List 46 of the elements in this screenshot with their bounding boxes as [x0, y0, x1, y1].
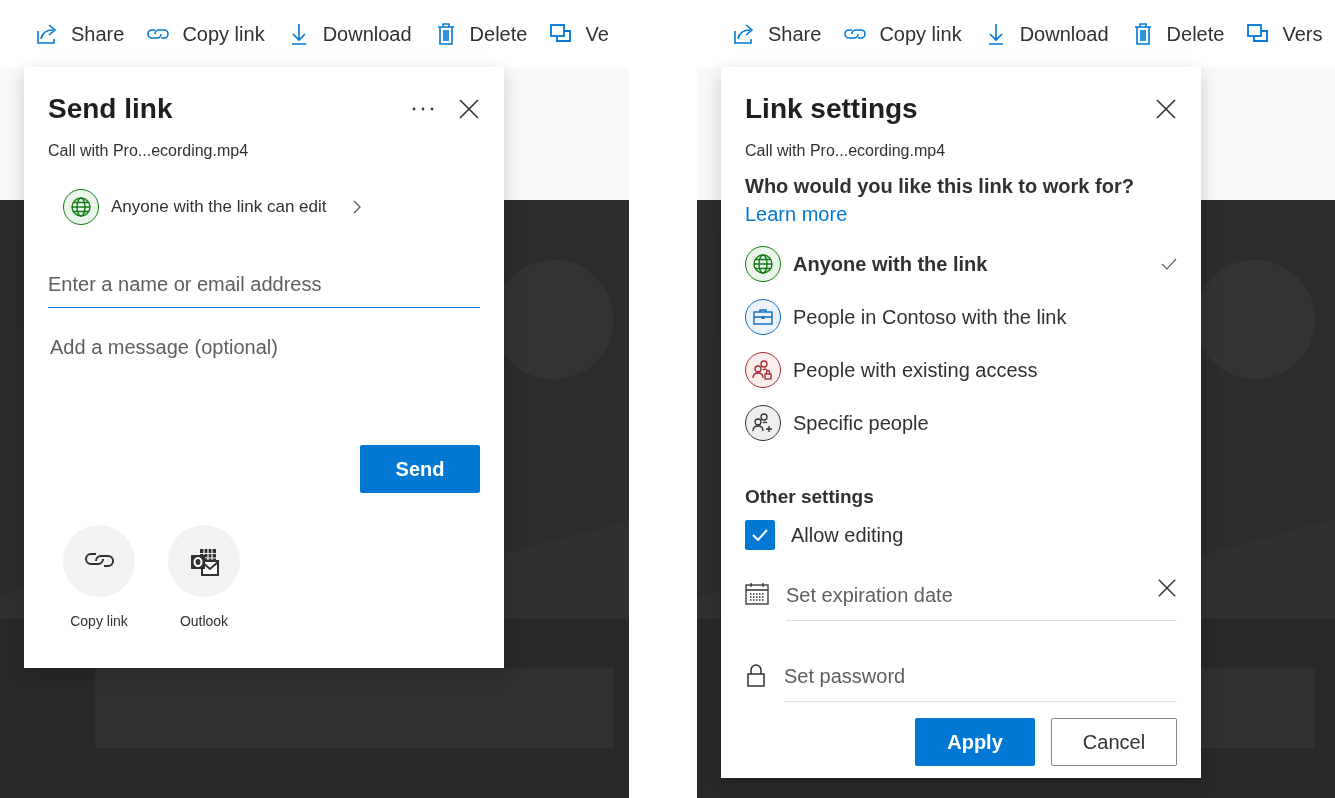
clear-button[interactable]: [1157, 577, 1177, 598]
toolbar-button[interactable]: Delete: [1130, 18, 1225, 49]
learn-more-link[interactable]: Learn more: [745, 203, 848, 225]
globe-icon: [751, 251, 775, 276]
audience-option[interactable]: Specific people: [745, 396, 1177, 449]
toolbar-button[interactable]: Delete: [433, 18, 528, 49]
close-icon: [1157, 577, 1177, 598]
allow-editing-checkbox[interactable]: [745, 519, 775, 550]
check-icon: [752, 528, 768, 541]
audience-option[interactable]: People in Contoso with the link: [745, 290, 1177, 343]
more-icon: [412, 107, 434, 111]
toolbar-button[interactable]: Ve: [549, 18, 609, 49]
checkbox-label: Allow editing: [791, 522, 904, 548]
toolbar-button[interactable]: Copy link: [843, 18, 962, 49]
close-icon: [458, 98, 480, 120]
audience-option[interactable]: Anyone with the link: [745, 237, 1177, 290]
permission-button[interactable]: Anyone with the link can edit: [63, 189, 363, 225]
toolbar-button[interactable]: Vers: [1246, 18, 1323, 49]
dialog-title: Send link: [48, 92, 174, 126]
close-button[interactable]: [1155, 98, 1177, 120]
cancel-button[interactable]: Cancel: [1051, 717, 1177, 766]
share-icon: [732, 21, 756, 46]
section-heading: Other settings: [745, 485, 875, 509]
send-button[interactable]: Send: [360, 445, 480, 493]
close-button[interactable]: [458, 98, 480, 120]
toolbar-button[interactable]: Share: [732, 18, 822, 49]
globe-icon: [69, 195, 93, 219]
file-name: Call with Pro...ecording.mp4: [745, 141, 946, 161]
dialog-title: Link settings: [745, 92, 919, 126]
file-name: Call with Pro...ecording.mp4: [48, 141, 249, 161]
checkmark-icon: [1161, 257, 1177, 270]
question-text: Who would you like this link to work for?: [745, 174, 1135, 199]
toolbar-button[interactable]: Download: [983, 18, 1109, 49]
people-add-icon: [751, 410, 775, 435]
apply-button[interactable]: Apply: [915, 717, 1035, 766]
share-icon: [35, 21, 59, 46]
people-lock-icon: [751, 357, 775, 382]
toolbar-button[interactable]: Download: [286, 18, 412, 49]
chevron-icon: [352, 199, 363, 215]
more-options-button[interactable]: [412, 107, 434, 111]
close-icon: [1155, 98, 1177, 120]
lock-icon: [745, 663, 767, 687]
audience-option[interactable]: People with existing access: [745, 343, 1177, 396]
calendar-icon: [745, 582, 769, 606]
toolbar-button[interactable]: Copy link: [146, 18, 265, 49]
toolbar-button[interactable]: Share: [35, 18, 125, 49]
